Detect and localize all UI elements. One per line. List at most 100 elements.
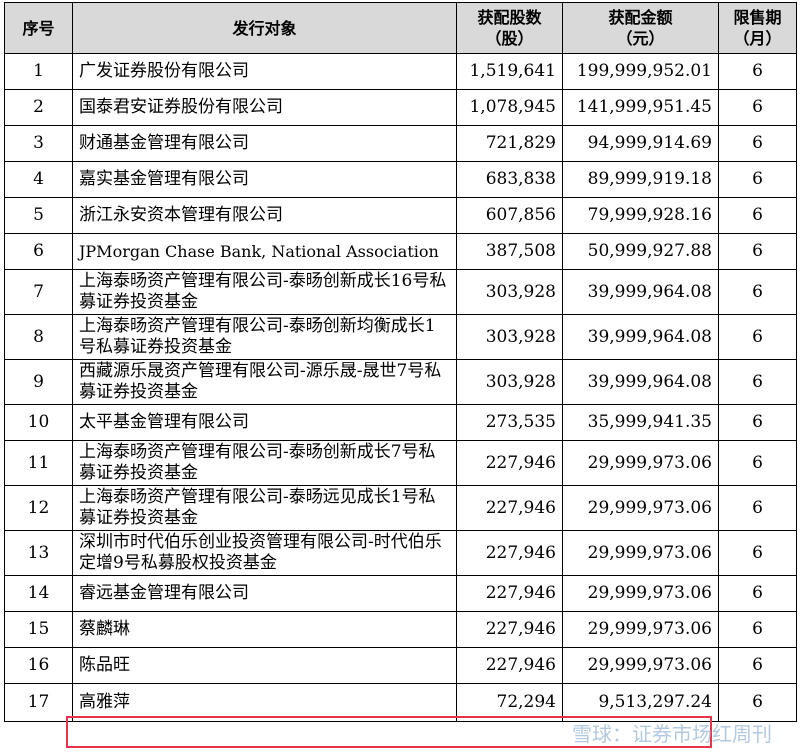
table-row: 5 浙江永安资本管理有限公司 607,856 79,999,928.16 6 bbox=[4, 197, 797, 234]
cell-amount: 89,999,919.18 bbox=[562, 161, 719, 198]
cell-amount: 39,999,964.08 bbox=[562, 314, 719, 360]
cell-amount: 9,513,297.24 bbox=[562, 683, 719, 722]
cell-no: 14 bbox=[4, 575, 73, 612]
table-row: 6 JPMorgan Chase Bank, National Associat… bbox=[4, 233, 797, 270]
cell-no: 17 bbox=[4, 683, 73, 722]
cell-no: 7 bbox=[4, 269, 73, 315]
cell-lockup: 6 bbox=[718, 53, 797, 90]
cell-amount: 29,999,973.06 bbox=[562, 440, 719, 486]
cell-no: 12 bbox=[4, 485, 73, 531]
cell-shares: 1,078,945 bbox=[456, 89, 563, 126]
cell-no: 10 bbox=[4, 404, 73, 441]
table-row: 15 蔡麟琳 227,946 29,999,973.06 6 bbox=[4, 611, 797, 648]
header-lockup: 限售期 （月） bbox=[718, 2, 797, 54]
cell-investor: 广发证券股份有限公司 bbox=[72, 53, 457, 90]
header-shares: 获配股数 （股） bbox=[456, 2, 563, 54]
cell-shares: 227,946 bbox=[456, 611, 563, 648]
header-investor: 发行对象 bbox=[72, 2, 457, 54]
cell-investor: 上海泰旸资产管理有限公司-泰旸远见成长1号私募证券投资基金 bbox=[72, 485, 457, 531]
cell-no: 3 bbox=[4, 125, 73, 162]
cell-investor: 嘉实基金管理有限公司 bbox=[72, 161, 457, 198]
cell-shares: 303,928 bbox=[456, 269, 563, 315]
cell-no: 11 bbox=[4, 440, 73, 486]
cell-amount: 29,999,973.06 bbox=[562, 485, 719, 531]
cell-investor: 西藏源乐晟资产管理有限公司-源乐晟-晟世7号私募证券投资基金 bbox=[72, 359, 457, 405]
table-row: 14 睿远基金管理有限公司 227,946 29,999,973.06 6 bbox=[4, 575, 797, 612]
cell-lockup: 6 bbox=[718, 269, 797, 315]
table-row: 8 上海泰旸资产管理有限公司-泰旸创新均衡成长1号私募证券投资基金 303,92… bbox=[4, 314, 797, 360]
cell-investor: 财通基金管理有限公司 bbox=[72, 125, 457, 162]
cell-investor: JPMorgan Chase Bank, National Associatio… bbox=[72, 233, 457, 270]
cell-lockup: 6 bbox=[718, 440, 797, 486]
cell-investor: 睿远基金管理有限公司 bbox=[72, 575, 457, 612]
cell-no: 13 bbox=[4, 530, 73, 576]
cell-amount: 94,999,914.69 bbox=[562, 125, 719, 162]
allocation-table: 序号 发行对象 获配股数 （股） 获配金额 （元） 限售期 （月） 1 广发证券… bbox=[4, 2, 797, 722]
cell-lockup: 6 bbox=[718, 359, 797, 405]
cell-investor: 高雅萍 bbox=[72, 683, 457, 722]
cell-amount: 50,999,927.88 bbox=[562, 233, 719, 270]
cell-lockup: 6 bbox=[718, 197, 797, 234]
cell-lockup: 6 bbox=[718, 575, 797, 612]
cell-shares: 303,928 bbox=[456, 359, 563, 405]
cell-no: 15 bbox=[4, 611, 73, 648]
cell-investor: 浙江永安资本管理有限公司 bbox=[72, 197, 457, 234]
cell-shares: 227,946 bbox=[456, 575, 563, 612]
cell-lockup: 6 bbox=[718, 314, 797, 360]
cell-shares: 683,838 bbox=[456, 161, 563, 198]
table-header-row: 序号 发行对象 获配股数 （股） 获配金额 （元） 限售期 （月） bbox=[4, 2, 797, 54]
cell-shares: 227,946 bbox=[456, 530, 563, 576]
cell-lockup: 6 bbox=[718, 485, 797, 531]
cell-no: 1 bbox=[4, 53, 73, 90]
cell-shares: 387,508 bbox=[456, 233, 563, 270]
cell-amount: 29,999,973.06 bbox=[562, 611, 719, 648]
cell-amount: 141,999,951.45 bbox=[562, 89, 719, 126]
table-row: 17 高雅萍 72,294 9,513,297.24 6 bbox=[4, 683, 797, 722]
watermark: 雪球：证券市场红周刊 bbox=[572, 722, 772, 746]
cell-shares: 227,946 bbox=[456, 647, 563, 684]
cell-amount: 29,999,973.06 bbox=[562, 647, 719, 684]
table-row: 9 西藏源乐晟资产管理有限公司-源乐晟-晟世7号私募证券投资基金 303,928… bbox=[4, 359, 797, 405]
table-row: 13 深圳市时代伯乐创业投资管理有限公司-时代伯乐定增9号私募股权投资基金 22… bbox=[4, 530, 797, 576]
cell-shares: 607,856 bbox=[456, 197, 563, 234]
cell-shares: 1,519,641 bbox=[456, 53, 563, 90]
cell-shares: 227,946 bbox=[456, 485, 563, 531]
table-row: 7 上海泰旸资产管理有限公司-泰旸创新成长16号私募证券投资基金 303,928… bbox=[4, 269, 797, 315]
cell-lockup: 6 bbox=[718, 611, 797, 648]
cell-shares: 72,294 bbox=[456, 683, 563, 722]
cell-investor: 太平基金管理有限公司 bbox=[72, 404, 457, 441]
cell-lockup: 6 bbox=[718, 89, 797, 126]
cell-investor: 陈品旺 bbox=[72, 647, 457, 684]
cell-no: 9 bbox=[4, 359, 73, 405]
table-row: 16 陈品旺 227,946 29,999,973.06 6 bbox=[4, 647, 797, 684]
cell-lockup: 6 bbox=[718, 647, 797, 684]
header-no: 序号 bbox=[4, 2, 73, 54]
cell-investor: 上海泰旸资产管理有限公司-泰旸创新均衡成长1号私募证券投资基金 bbox=[72, 314, 457, 360]
cell-lockup: 6 bbox=[718, 404, 797, 441]
table-row: 1 广发证券股份有限公司 1,519,641 199,999,952.01 6 bbox=[4, 53, 797, 90]
header-amount: 获配金额 （元） bbox=[562, 2, 719, 54]
table-row: 10 太平基金管理有限公司 273,535 35,999,941.35 6 bbox=[4, 404, 797, 441]
table-row: 11 上海泰旸资产管理有限公司-泰旸创新成长7号私募证券投资基金 227,946… bbox=[4, 440, 797, 486]
cell-investor: 上海泰旸资产管理有限公司-泰旸创新成长16号私募证券投资基金 bbox=[72, 269, 457, 315]
cell-amount: 29,999,973.06 bbox=[562, 575, 719, 612]
cell-lockup: 6 bbox=[718, 233, 797, 270]
cell-amount: 39,999,964.08 bbox=[562, 359, 719, 405]
cell-no: 16 bbox=[4, 647, 73, 684]
cell-lockup: 6 bbox=[718, 683, 797, 722]
cell-no: 4 bbox=[4, 161, 73, 198]
table-row: 3 财通基金管理有限公司 721,829 94,999,914.69 6 bbox=[4, 125, 797, 162]
cell-shares: 227,946 bbox=[456, 440, 563, 486]
cell-amount: 39,999,964.08 bbox=[562, 269, 719, 315]
table-row: 12 上海泰旸资产管理有限公司-泰旸远见成长1号私募证券投资基金 227,946… bbox=[4, 485, 797, 531]
cell-no: 2 bbox=[4, 89, 73, 126]
cell-investor: 国泰君安证券股份有限公司 bbox=[72, 89, 457, 126]
cell-amount: 79,999,928.16 bbox=[562, 197, 719, 234]
cell-amount: 29,999,973.06 bbox=[562, 530, 719, 576]
table-row: 4 嘉实基金管理有限公司 683,838 89,999,919.18 6 bbox=[4, 161, 797, 198]
cell-shares: 721,829 bbox=[456, 125, 563, 162]
cell-lockup: 6 bbox=[718, 125, 797, 162]
cell-no: 6 bbox=[4, 233, 73, 270]
cell-investor: 蔡麟琳 bbox=[72, 611, 457, 648]
cell-amount: 35,999,941.35 bbox=[562, 404, 719, 441]
